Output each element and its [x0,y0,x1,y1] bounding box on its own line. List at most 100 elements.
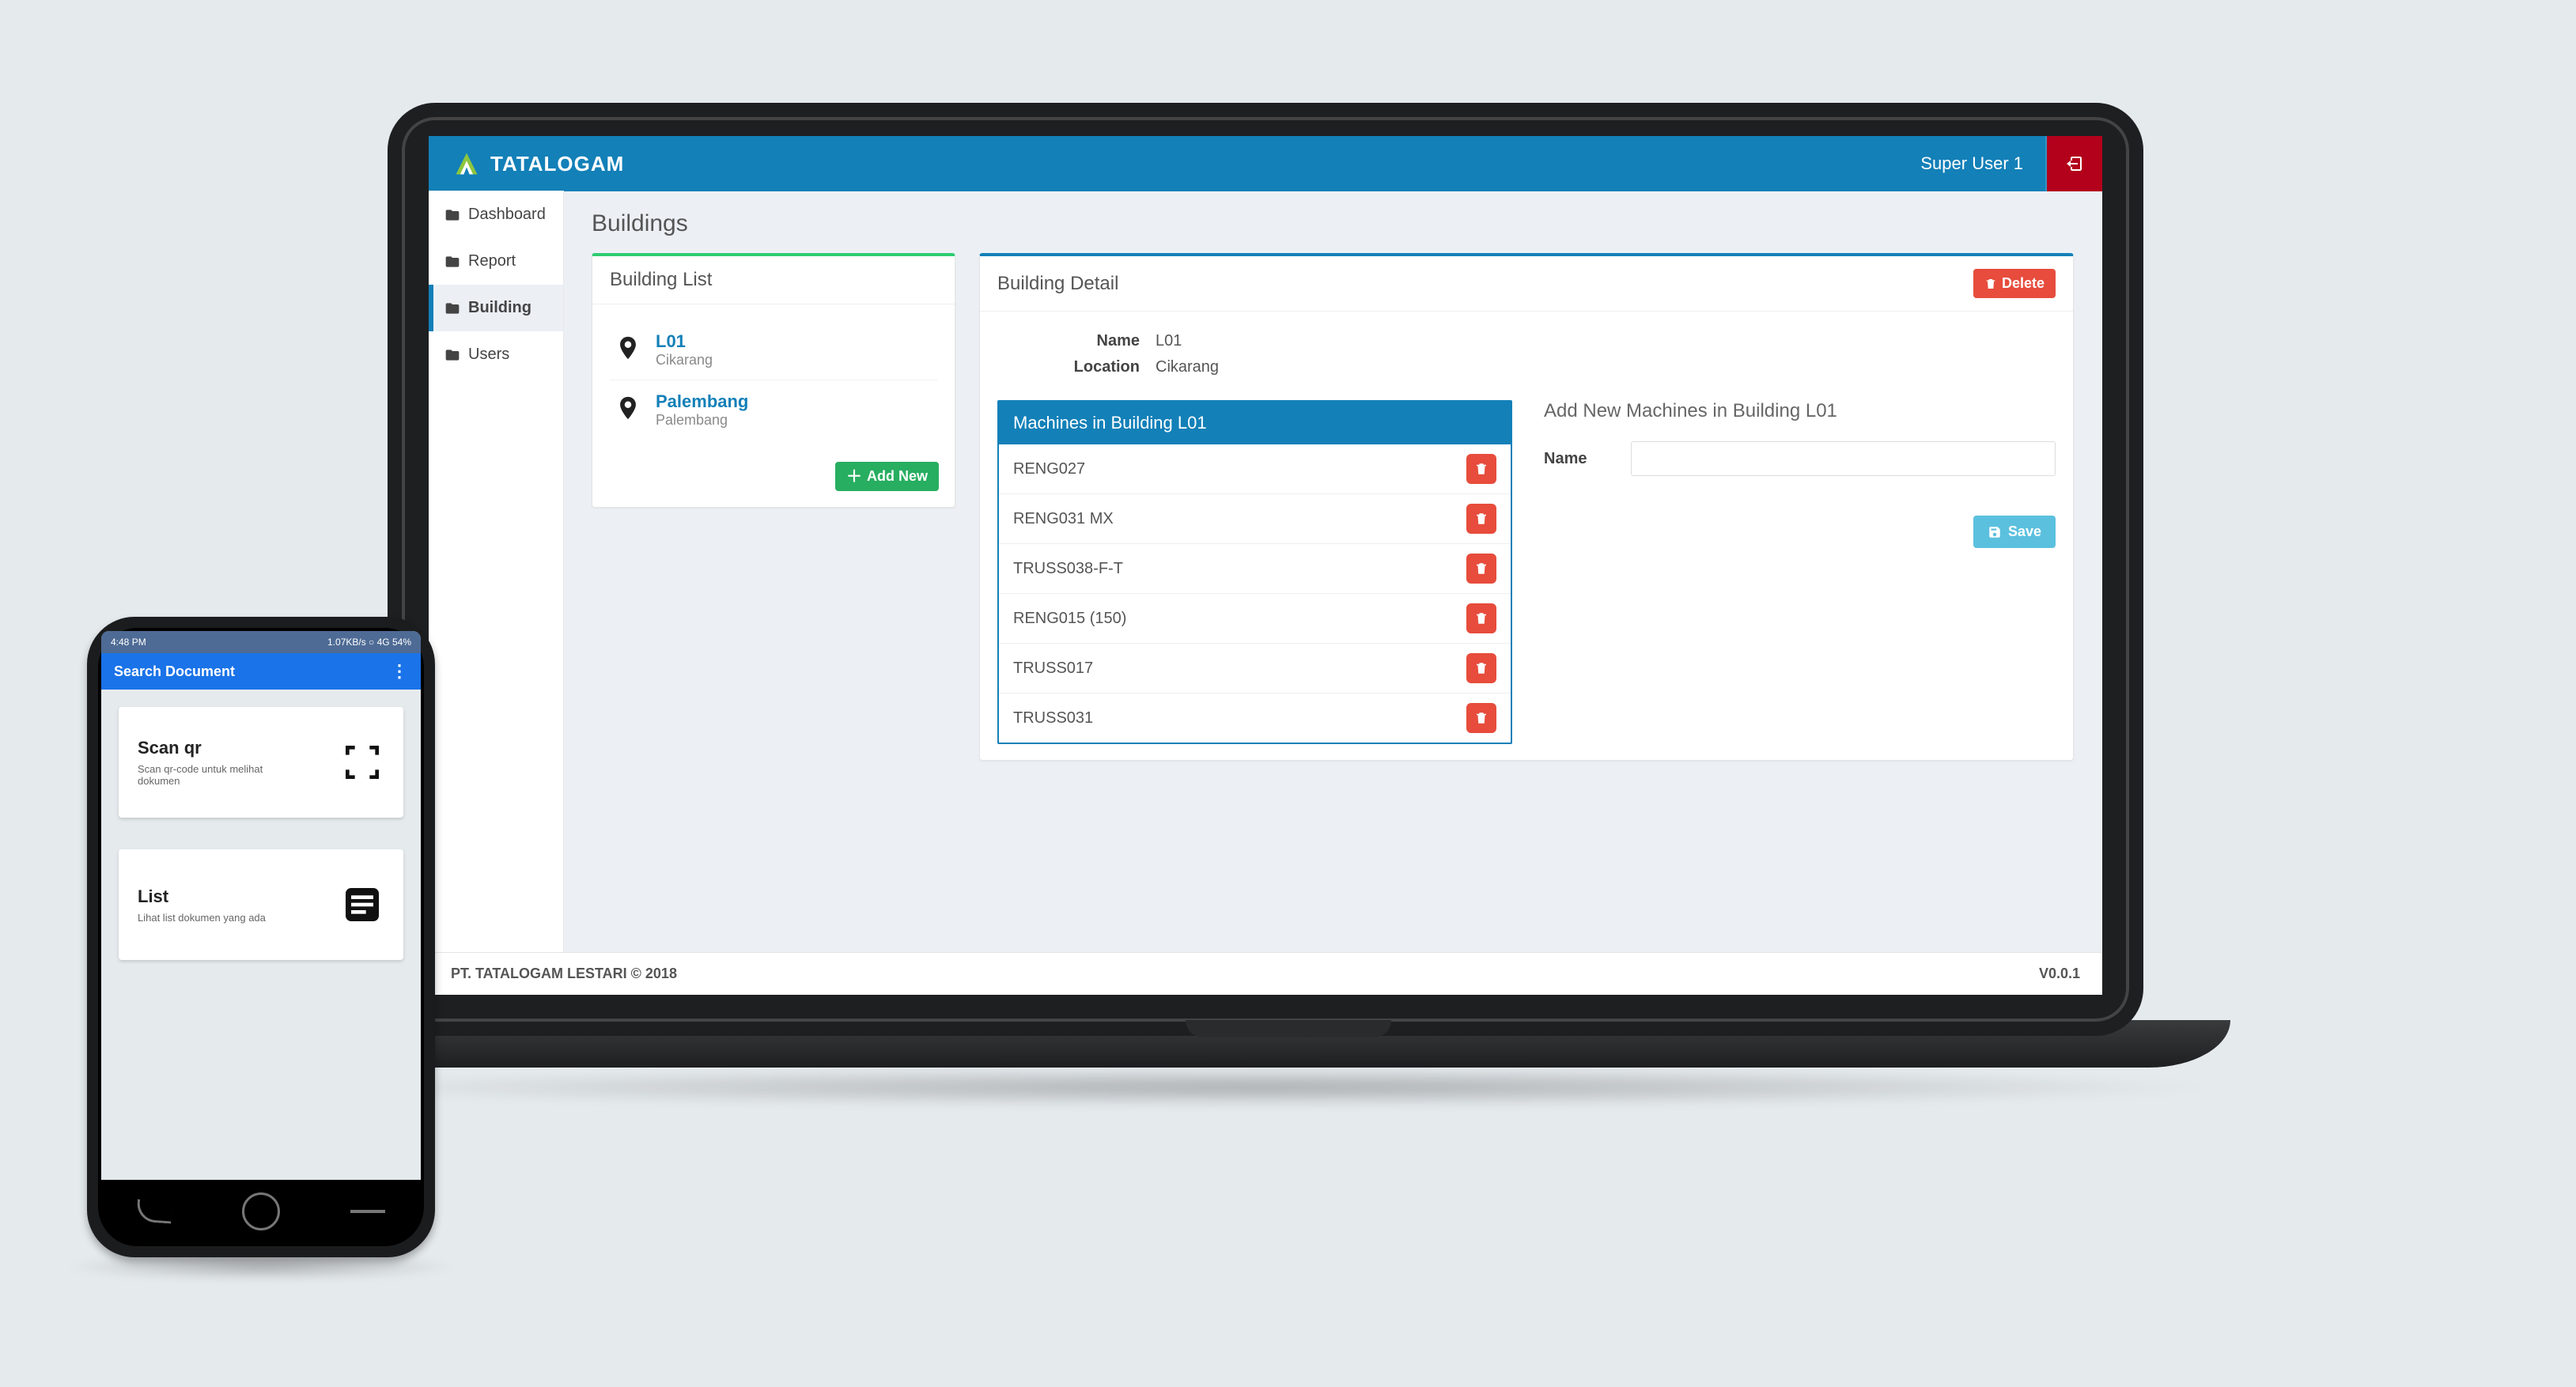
phone-appbar-title: Search Document [114,663,235,680]
logout-button[interactable] [2047,136,2102,191]
delete-machine-button[interactable] [1466,703,1496,733]
add-machine-title: Add New Machines in Building L01 [1544,400,2056,422]
top-bar: TATALOGAM Super User 1 [429,136,2102,191]
machine-row: TRUSS017 [999,643,1511,693]
machine-row: TRUSS038-F-T [999,543,1511,593]
building-row[interactable]: Palembang Palembang [610,380,937,440]
trash-icon [1474,661,1488,675]
folder-icon [444,300,460,316]
sidebar-item-building[interactable]: Building [429,285,563,331]
machine-name: RENG027 [1013,460,1085,478]
add-machine-name-label: Name [1544,450,1615,468]
logout-icon [2065,154,2084,173]
delete-building-button[interactable]: Delete [1973,269,2056,298]
folder-icon [444,254,460,270]
building-list-body: L01 Cikarang Palembang Palembang [592,304,955,455]
brand[interactable]: TATALOGAM [429,149,624,178]
delete-machine-button[interactable] [1466,653,1496,683]
sidebar-item-label: Building [468,299,531,317]
card-subtitle: Scan qr-code untuk melihat dokumen [138,763,296,787]
sidebar-item-report[interactable]: Report [429,238,563,285]
save-icon [1988,525,2002,539]
delete-label: Delete [2002,275,2045,292]
building-row[interactable]: L01 Cikarang [610,320,937,380]
nav-home-button[interactable] [242,1192,280,1230]
save-label: Save [2008,523,2041,540]
value-location: Cikarang [1156,358,2056,376]
building-name: L01 [656,331,713,352]
phone-nav-bar [101,1180,421,1243]
phone-status-left: 4:48 PM [111,637,146,648]
sidebar-item-label: Dashboard [468,206,546,224]
value-name: L01 [1156,332,2056,350]
sidebar-item-label: Users [468,346,509,364]
add-new-building-button[interactable]: ＋ Add New [835,462,939,491]
card-title: List [138,886,266,907]
page-title: Buildings [592,210,2074,237]
machine-row: RENG027 [999,444,1511,493]
building-detail-fields: Name L01 Location Cikarang [997,332,2056,376]
trash-icon [1474,611,1488,625]
scan-qr-card[interactable]: Scan qr Scan qr-code untuk melihat dokum… [119,707,403,818]
footer-right: V0.0.1 [2039,966,2080,982]
content: Buildings Building List L01 Cikarang Pal… [563,191,2102,952]
list-icon [340,882,384,927]
phone-app-bar: Search Document ⋮ [101,653,421,690]
machine-row: RENG015 (150) [999,593,1511,643]
brand-text: TATALOGAM [490,152,624,176]
sidebar: Dashboard Report Building Users [429,191,563,952]
phone-frame: 4:48 PM 1.07KB/s ○ 4G 54% Search Documen… [87,617,435,1257]
trash-icon [1474,711,1488,725]
save-machine-button[interactable]: Save [1973,516,2056,548]
folder-icon [444,347,460,363]
current-user[interactable]: Super User 1 [1898,136,2047,191]
nav-recent-button[interactable] [350,1210,385,1213]
overflow-icon[interactable]: ⋮ [391,661,408,682]
sidebar-item-dashboard[interactable]: Dashboard [429,191,563,238]
trash-icon [1984,278,1997,290]
machine-name: RENG031 MX [1013,510,1114,528]
folder-icon [444,207,460,223]
machines-list: RENG027 RENG031 MX TRUSS038-F-T RENG015 … [999,444,1511,743]
phone-screen: 4:48 PM 1.07KB/s ○ 4G 54% Search Documen… [101,631,421,1180]
sidebar-item-users[interactable]: Users [429,331,563,378]
app-footer: PT. TATALOGAM LESTARI © 2018 V0.0.1 [429,952,2102,995]
phone-shadow [63,1253,459,1280]
add-machine-name-input[interactable] [1631,441,2056,476]
panel-building-detail: Building Detail Delete Name L01 Location [979,253,2074,761]
panel-building-detail-title: Building Detail [997,273,1118,295]
panel-building-list: Building List L01 Cikarang Palembang Pal… [592,253,955,508]
phone-statusbar: 4:48 PM 1.07KB/s ○ 4G 54% [101,631,421,653]
delete-machine-button[interactable] [1466,454,1496,484]
machine-name: TRUSS017 [1013,659,1093,678]
laptop-shadow [301,1068,2230,1107]
delete-machine-button[interactable] [1466,554,1496,584]
phone-status-right: 1.07KB/s ○ 4G 54% [327,637,411,648]
plus-icon: ＋ [846,469,862,485]
add-machine-form: Add New Machines in Building L01 Name Sa… [1544,400,2056,744]
machine-name: RENG015 (150) [1013,610,1126,628]
machines-panel: Machines in Building L01 RENG027 RENG031… [997,400,1512,744]
delete-machine-button[interactable] [1466,504,1496,534]
label-location: Location [997,358,1156,376]
trash-icon [1474,561,1488,576]
building-name: Palembang [656,391,748,412]
machine-row: TRUSS031 [999,693,1511,743]
sidebar-item-label: Report [468,252,516,270]
laptop-frame: TATALOGAM Super User 1 Dashboard Report Bu… [388,103,2143,1036]
laptop-notch [1186,1020,1391,1037]
panel-building-list-title: Building List [592,256,955,304]
machine-name: TRUSS038-F-T [1013,560,1123,578]
machine-name: TRUSS031 [1013,709,1093,728]
building-location: Palembang [656,412,748,429]
map-pin-icon [615,391,641,425]
delete-machine-button[interactable] [1466,603,1496,633]
machine-row: RENG031 MX [999,493,1511,543]
card-subtitle: Lihat list dokumen yang ada [138,912,266,924]
trash-icon [1474,512,1488,526]
brand-logo-icon [452,149,481,178]
list-card[interactable]: List Lihat list dokumen yang ada [119,849,403,960]
laptop-screen: TATALOGAM Super User 1 Dashboard Report Bu… [429,136,2102,995]
nav-back-button[interactable] [136,1199,172,1223]
main-area: Dashboard Report Building Users Buildings B… [429,191,2102,952]
